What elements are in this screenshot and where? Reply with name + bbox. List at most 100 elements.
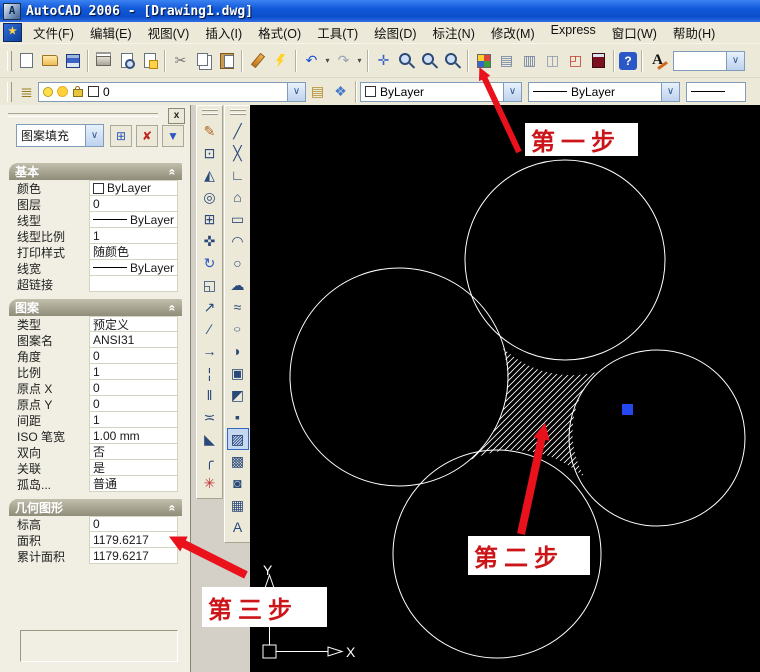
- text-style-button[interactable]: A: [647, 50, 668, 71]
- property-value[interactable]: ByLayer: [89, 260, 178, 276]
- modify-copy-object-button[interactable]: ⊡: [199, 142, 221, 164]
- menu-modify[interactable]: 修改(M): [483, 21, 543, 44]
- cut-button[interactable]: ✂: [170, 50, 191, 71]
- select-objects-button[interactable]: ✘: [136, 125, 158, 147]
- modify-move-button[interactable]: ✜: [199, 230, 221, 252]
- quick-select-button[interactable]: ⊞: [110, 125, 132, 147]
- open-file-button[interactable]: [39, 50, 60, 71]
- property-value[interactable]: 是: [89, 460, 178, 476]
- chevron-down-icon[interactable]: ∨: [85, 125, 103, 146]
- menu-draw[interactable]: 绘图(D): [366, 21, 424, 44]
- draw-line-button[interactable]: ╱: [227, 120, 249, 142]
- match-properties-button[interactable]: [247, 50, 268, 71]
- text-style-combo[interactable]: ∨: [673, 50, 745, 71]
- plot-preview-button[interactable]: [116, 50, 137, 71]
- collapse-chevron-icon[interactable]: «: [166, 168, 180, 175]
- dwg-file-icon[interactable]: ★: [3, 23, 22, 42]
- property-value[interactable]: ANSI31: [89, 332, 178, 348]
- modify-trim-button[interactable]: ∕: [199, 318, 221, 340]
- property-value[interactable]: 0: [89, 396, 178, 412]
- markup-set-manager-button[interactable]: ◰: [565, 50, 586, 71]
- save-button[interactable]: [62, 50, 83, 71]
- pan-button[interactable]: ✛: [373, 50, 394, 71]
- toolbar-grip[interactable]: [7, 81, 12, 102]
- make-object-layer-current-button[interactable]: ▤: [307, 81, 328, 102]
- section-header-2[interactable]: 几何图形 «: [9, 499, 182, 516]
- toggle-pickadd-button[interactable]: ▼: [162, 125, 184, 147]
- property-value[interactable]: ByLayer: [89, 212, 178, 228]
- property-value[interactable]: 1.00 mm: [89, 428, 178, 444]
- property-value[interactable]: ByLayer: [89, 180, 178, 196]
- property-value[interactable]: 1: [89, 364, 178, 380]
- modify-break-button[interactable]: ‖: [199, 384, 221, 406]
- toolbar-grip[interactable]: [229, 109, 246, 117]
- grip-point[interactable]: [622, 404, 633, 415]
- menu-tools[interactable]: 工具(T): [309, 21, 366, 44]
- property-value[interactable]: 1179.6217: [89, 532, 178, 548]
- tool-palettes-button[interactable]: ▥: [519, 50, 540, 71]
- property-value[interactable]: [89, 276, 178, 292]
- property-value[interactable]: 0: [89, 516, 178, 532]
- draw-insert-block-button[interactable]: ▣: [227, 362, 249, 384]
- color-control-combo[interactable]: ByLayer ∨: [360, 81, 522, 102]
- draw-gradient-button[interactable]: ▩: [227, 450, 249, 472]
- section-header-1[interactable]: 图案 «: [9, 299, 182, 316]
- chevron-down-icon[interactable]: ∨: [661, 82, 679, 101]
- draw-ellipse-button[interactable]: ○: [227, 318, 249, 340]
- modify-erase-button[interactable]: ✎: [199, 120, 221, 142]
- layer-freeze-icon[interactable]: [57, 86, 68, 97]
- undo-button[interactable]: ↶: [301, 50, 322, 71]
- menu-format[interactable]: 格式(O): [250, 21, 309, 44]
- menu-file[interactable]: 文件(F): [25, 21, 82, 44]
- draw-spline-button[interactable]: ≈: [227, 296, 249, 318]
- modify-join-button[interactable]: ≍: [199, 406, 221, 428]
- menu-edit[interactable]: 编辑(E): [82, 21, 140, 44]
- redo-dropdown-arrow[interactable]: ▾: [355, 56, 364, 65]
- chevron-down-icon[interactable]: ∨: [287, 82, 305, 101]
- menu-view[interactable]: 视图(V): [140, 21, 198, 44]
- chevron-down-icon[interactable]: ∨: [726, 51, 744, 70]
- menu-window[interactable]: 窗口(W): [604, 21, 665, 44]
- draw-circle-button[interactable]: ○: [227, 252, 249, 274]
- modify-mirror-button[interactable]: ◭: [199, 164, 221, 186]
- draw-table-button[interactable]: ▦: [227, 494, 249, 516]
- layer-lock-icon[interactable]: [73, 85, 83, 97]
- modify-array-button[interactable]: ⊞: [199, 208, 221, 230]
- property-value[interactable]: 1: [89, 228, 178, 244]
- zoom-realtime-button[interactable]: [396, 50, 417, 71]
- menu-help[interactable]: 帮助(H): [665, 21, 723, 44]
- property-value[interactable]: 预定义: [89, 316, 178, 332]
- draw-revision-cloud-button[interactable]: ☁: [227, 274, 249, 296]
- property-value[interactable]: 0: [89, 348, 178, 364]
- designcenter-button[interactable]: ▤: [496, 50, 517, 71]
- layer-on-icon[interactable]: [43, 86, 53, 97]
- property-value[interactable]: 随颜色: [89, 244, 178, 260]
- lineweight-control-combo[interactable]: [686, 81, 746, 102]
- modify-rotate-button[interactable]: ↻: [199, 252, 221, 274]
- block-editor-button[interactable]: [270, 50, 291, 71]
- draw-hatch-button[interactable]: ▨: [226, 428, 249, 450]
- palette-close-button[interactable]: x: [168, 108, 185, 124]
- draw-make-block-button[interactable]: ◩: [227, 384, 249, 406]
- draw-polyline-button[interactable]: ∟: [227, 164, 249, 186]
- modify-stretch-button[interactable]: ↗: [199, 296, 221, 318]
- modify-offset-button[interactable]: ◎: [199, 186, 221, 208]
- modify-fillet-button[interactable]: ╭: [199, 450, 221, 472]
- modify-scale-button[interactable]: ◱: [199, 274, 221, 296]
- menu-dimension[interactable]: 标注(N): [425, 21, 483, 44]
- draw-construction-line-button[interactable]: ╳: [227, 142, 249, 164]
- chevron-down-icon[interactable]: ∨: [503, 82, 521, 101]
- property-value[interactable]: 1179.6217: [89, 548, 178, 564]
- layer-previous-button[interactable]: ❖: [330, 81, 351, 102]
- modify-break-at-point-button[interactable]: ¦: [199, 362, 221, 384]
- layer-manager-button[interactable]: ≣: [16, 81, 37, 102]
- publish-button[interactable]: [139, 50, 160, 71]
- sheet-set-manager-button[interactable]: ◫: [542, 50, 563, 71]
- copy-button[interactable]: [193, 50, 214, 71]
- menu-express[interactable]: Express: [543, 21, 604, 44]
- modify-chamfer-button[interactable]: ◣: [199, 428, 221, 450]
- draw-point-button[interactable]: ▪: [227, 406, 249, 428]
- undo-dropdown-arrow[interactable]: ▾: [323, 56, 332, 65]
- draw-polygon-button[interactable]: ⌂: [227, 186, 249, 208]
- quickcalc-button[interactable]: [588, 50, 609, 71]
